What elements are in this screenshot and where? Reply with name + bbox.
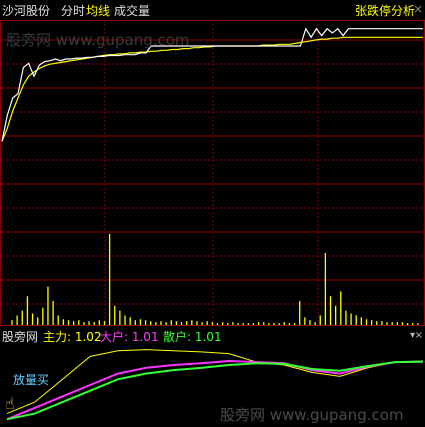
price-volume-chart[interactable] xyxy=(0,20,425,327)
stock-name[interactable]: 沙河股份 xyxy=(2,2,50,19)
watermark: 股旁网 www.gupang.com xyxy=(6,31,190,49)
volume-buy-signal: 放量买 xyxy=(13,373,50,387)
close-icon[interactable]: × xyxy=(413,2,423,16)
tab-average-line[interactable]: 均线 xyxy=(86,2,110,19)
limit-analysis-button[interactable]: 张跌停分析 xyxy=(355,2,415,19)
watermark-bottom: 股旁网 www.gupang.com xyxy=(220,406,404,424)
tab-intraday[interactable]: 分时 xyxy=(61,2,85,19)
hand-pointer-icon: ☝ xyxy=(5,394,15,413)
indicator-close-icon[interactable]: × xyxy=(415,330,423,341)
tab-volume[interactable]: 成交量 xyxy=(114,2,150,19)
indicator-header: 股旁网 主力: 1.02 大户: 1.01 散户: 1.01 xyxy=(0,327,425,344)
chart-header: 沙河股份 分时 均线 成交量 张跌停分析 × xyxy=(0,0,425,20)
